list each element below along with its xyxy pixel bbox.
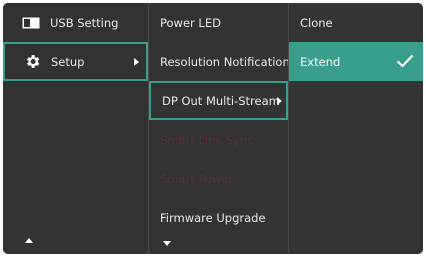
menu-item-usb-setting[interactable]: USB Setting <box>3 3 148 42</box>
menu-item-usb-setting-label: USB Setting <box>50 15 119 30</box>
menu-item-smart-power: Smart Power <box>149 159 288 198</box>
option-clone[interactable]: Clone <box>289 3 423 42</box>
menu-item-power-led[interactable]: Power LED <box>149 3 288 42</box>
menu-item-smart-link-sync-label: Smart Link Sync <box>160 132 254 147</box>
menu-item-dp-out-multi-stream-label: DP Out Multi-Stream <box>162 93 280 108</box>
option-clone-label: Clone <box>300 15 333 30</box>
menu-item-power-led-label: Power LED <box>160 15 221 30</box>
menu-item-setup-label: Setup <box>51 54 85 69</box>
submenu-column: Power LED Resolution Notification DP Out… <box>149 3 290 254</box>
menu-item-setup[interactable]: Setup <box>3 42 148 81</box>
scroll-down-icon[interactable] <box>163 241 171 246</box>
scroll-up-icon[interactable] <box>25 238 33 243</box>
gear-icon <box>27 55 40 68</box>
chevron-right-icon <box>134 58 139 66</box>
osd-menu: USB Setting Setup Power LED Resolution N… <box>3 3 423 254</box>
options-column: Clone Extend <box>289 3 423 254</box>
menu-item-firmware-upgrade[interactable]: Firmware Upgrade <box>149 198 288 237</box>
menu-item-firmware-upgrade-label: Firmware Upgrade <box>160 210 266 225</box>
chevron-right-icon <box>277 97 282 105</box>
menu-item-resolution-notification-label: Resolution Notification <box>160 54 290 69</box>
menu-item-resolution-notification[interactable]: Resolution Notification <box>149 42 290 81</box>
option-extend-label: Extend <box>300 54 341 69</box>
menu-item-smart-power-label: Smart Power <box>160 171 234 186</box>
main-menu-column: USB Setting Setup <box>3 3 148 254</box>
option-extend[interactable]: Extend <box>289 42 423 81</box>
checkmark-icon <box>396 54 414 68</box>
menu-item-smart-link-sync: Smart Link Sync <box>149 120 288 159</box>
usb-setting-icon <box>22 17 40 28</box>
menu-item-dp-out-multi-stream[interactable]: DP Out Multi-Stream <box>149 81 288 120</box>
